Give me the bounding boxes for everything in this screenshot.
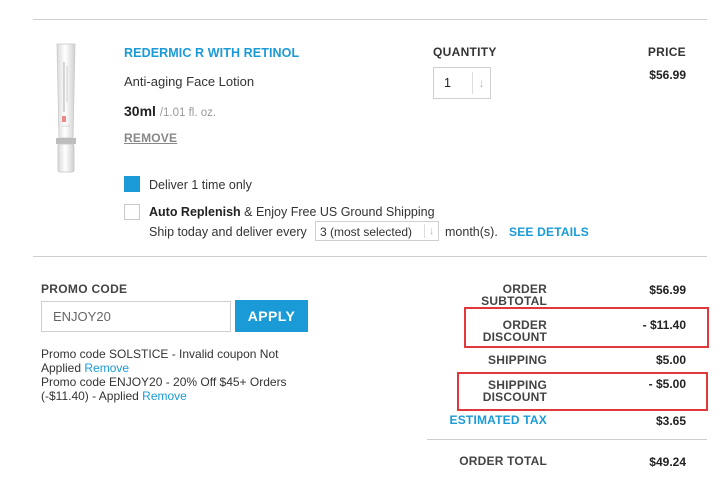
order-subtotal-value: $56.99 [649,283,686,297]
promo-message-line: Applied Remove [41,361,130,375]
see-details-link[interactable]: SEE DETAILS [509,225,589,239]
product-image [52,42,80,174]
auto-replenish-label: Auto Replenish & Enjoy Free US Ground Sh… [149,205,435,219]
shipping-value: $5.00 [655,353,686,367]
promo-code-label: PROMO CODE [41,282,128,296]
promo-code-input[interactable] [41,301,231,332]
order-discount-highlight [464,307,709,348]
promo-message-line: Promo code SOLSTICE - Invalid coupon Not [41,347,279,361]
quantity-label: QUANTITY [433,45,497,59]
remove-product-link[interactable]: REMOVE [124,131,177,145]
shipping-label: SHIPPING [488,353,547,367]
remove-promo-link[interactable]: Remove [142,389,187,403]
shipping-discount-highlight [457,372,708,411]
promo-message-line: Promo code ENJOY20 - 20% Off $45+ Orders [41,375,287,389]
order-subtotal-label: ORDER SUBTOTAL [481,282,547,308]
price-value: $56.99 [649,68,686,82]
product-size: 30ml /1.01 fl. oz. [124,103,216,119]
down-arrow-icon[interactable]: ↓ [472,72,490,94]
frequency-value: 3 (most selected) [320,225,413,239]
auto-replenish-checkbox[interactable] [124,204,140,220]
auto-replenish-bold: Auto Replenish [149,205,241,219]
deliver-once-checkbox[interactable] [124,176,140,192]
remove-promo-link[interactable]: Remove [84,361,129,375]
auto-replenish-text: & Enjoy Free US Ground Shipping [240,205,435,219]
section-divider [33,256,707,257]
estimated-tax-link[interactable]: ESTIMATED TAX [407,414,547,426]
apply-promo-button[interactable]: APPLY [235,300,308,332]
promo-message-line: (-$11.40) - Applied Remove [41,389,187,403]
down-arrow-icon[interactable]: ↓ [424,224,438,238]
order-total-label: ORDER TOTAL [459,454,547,468]
promo-message: Promo code ENJOY20 - 20% Off $45+ Orders… [41,375,287,403]
product-size-oz: /1.01 fl. oz. [159,107,217,119]
product-name[interactable]: REDERMIC R WITH RETINOL [124,46,299,60]
top-divider [33,19,707,20]
product-size-ml: 30ml [124,103,156,119]
order-total-value: $49.24 [649,455,686,469]
deliver-once-label: Deliver 1 time only [149,178,252,192]
quantity-select[interactable]: 1 ↓ [433,67,491,99]
total-divider [427,439,707,440]
product-subtitle: Anti-aging Face Lotion [124,74,255,89]
price-label: PRICE [647,45,686,59]
estimated-tax-value: $3.65 [655,414,686,428]
ship-frequency-suffix: month(s). [445,225,498,239]
ship-frequency-prefix: Ship today and deliver every [149,225,307,239]
quantity-value: 1 [444,76,451,90]
promo-message: Promo code SOLSTICE - Invalid coupon Not… [41,347,278,375]
frequency-select[interactable]: 3 (most selected) ↓ [315,221,439,241]
